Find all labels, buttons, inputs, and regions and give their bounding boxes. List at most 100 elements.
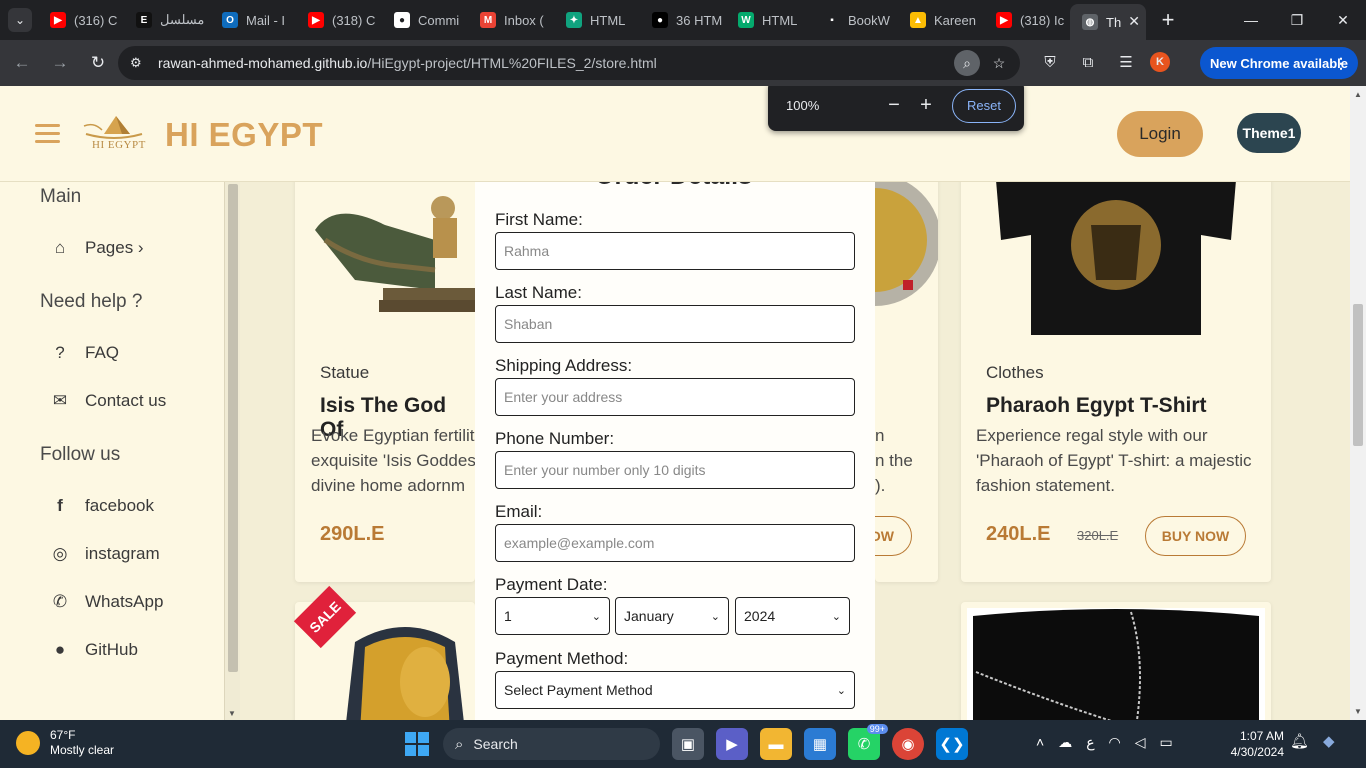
weather-widget[interactable]: 67°F Mostly clear <box>16 728 114 758</box>
bookmark-star-icon[interactable]: ☆ <box>986 50 1012 76</box>
sidebar-item-github[interactable]: ● GitHub <box>50 640 138 660</box>
sidebar-item-faq[interactable]: ? FAQ <box>50 343 119 363</box>
scroll-down-arrow-icon[interactable]: ▼ <box>228 709 236 718</box>
last-name-input[interactable] <box>495 305 855 343</box>
browser-tab[interactable]: ▶ (318) C <box>296 4 382 36</box>
envelope-icon: ✉ <box>52 391 68 410</box>
start-button[interactable] <box>405 732 429 756</box>
scroll-up-arrow-icon[interactable]: ▲ <box>1354 90 1362 99</box>
browser-tab[interactable]: ▲ Kareen <box>898 4 984 36</box>
order-details-form: Order Details First Name: Last Name: Shi… <box>475 162 875 720</box>
back-button[interactable]: ← <box>6 47 38 79</box>
first-name-input[interactable] <box>495 232 855 270</box>
payment-day-select[interactable]: 1 ⌄ <box>495 597 610 635</box>
sidebar-item-label: GitHub <box>85 640 138 659</box>
vscode-app-icon[interactable]: ❮❯ <box>936 728 968 760</box>
url-text[interactable]: rawan-ahmed-mohamed.github.io/HiEgypt-pr… <box>158 55 657 71</box>
chatgpt-icon: ✦ <box>566 12 582 28</box>
product-card-isis: Statue Isis The God Of Evoke Egyptian fe… <box>295 170 475 582</box>
sidebar-item-facebook[interactable]: f facebook <box>50 496 154 516</box>
payment-month-select[interactable]: January ⌄ <box>615 597 729 635</box>
whatsapp-app-icon[interactable]: ✆ 99+ <box>848 724 888 760</box>
sidebar-item-contact[interactable]: ✉ Contact us <box>50 391 166 411</box>
email-input[interactable] <box>495 524 855 562</box>
tab-title: HTML <box>762 12 798 28</box>
sidebar-item-instagram[interactable]: ◎ instagram <box>50 544 160 564</box>
taskbar-clock[interactable]: 1:07 AM 4/30/2024 <box>1208 728 1284 760</box>
reading-list-icon[interactable]: ☰ <box>1112 48 1140 76</box>
wifi-icon[interactable]: ◠ <box>1109 734 1121 751</box>
shipping-address-label: Shipping Address: <box>495 356 633 375</box>
product-desc-line-2: n the <box>875 451 913 470</box>
language-indicator[interactable]: ع <box>1086 734 1094 751</box>
address-bar[interactable]: ⚙ rawan-ahmed-mohamed.github.io/HiEgypt-… <box>118 46 1020 80</box>
onedrive-icon[interactable]: ☁ <box>1058 734 1072 751</box>
sidebar-item-label: WhatsApp <box>85 592 164 611</box>
theme-toggle-button[interactable]: Theme1 <box>1237 113 1301 153</box>
minimize-button[interactable]: — <box>1228 0 1274 40</box>
youtube-icon: ▶ <box>996 12 1012 28</box>
teams-meet-icon[interactable]: ▶ <box>716 728 748 760</box>
sidebar-item-whatsapp[interactable]: ✆ WhatsApp <box>50 592 164 612</box>
extension-status-icon[interactable]: ⛨ <box>1036 48 1064 76</box>
task-view-icon[interactable]: ▣ <box>672 728 704 760</box>
drive-icon: ▲ <box>910 12 926 28</box>
zoom-icon[interactable]: ⌕ <box>954 50 980 76</box>
site-info-icon[interactable]: ⚙ <box>130 55 152 71</box>
browser-tab[interactable]: ▶ (316) C <box>38 4 124 36</box>
maximize-button[interactable]: ❐ <box>1274 0 1320 40</box>
browser-tab[interactable]: ● Commi <box>382 4 468 36</box>
sidebar-scrollbar[interactable]: ▼ <box>224 182 240 720</box>
chevron-down-icon: ⌄ <box>836 684 846 697</box>
youtube-icon: ▶ <box>50 12 66 28</box>
browser-tab[interactable]: W HTML <box>726 4 812 36</box>
copilot-icon[interactable]: ◆ <box>1323 732 1335 750</box>
phone-number-input[interactable] <box>495 451 855 489</box>
payment-method-select[interactable]: Select Payment Method ⌄ <box>495 671 855 709</box>
page-scroll-thumb[interactable] <box>1353 304 1363 446</box>
new-tab-button[interactable]: + <box>1154 6 1182 34</box>
browser-tab-active[interactable]: ◍ Th ✕ <box>1070 4 1146 40</box>
volume-icon[interactable]: ◁ <box>1135 734 1146 751</box>
tab-title: مسلسل <box>160 12 205 27</box>
browser-tab[interactable]: E مسلسل <box>124 4 210 36</box>
forward-button[interactable]: → <box>44 47 76 79</box>
chrome-app-icon[interactable]: ◉ <box>892 728 924 760</box>
microsoft-store-icon[interactable]: ▦ <box>804 728 836 760</box>
buy-now-button[interactable]: BUY NOW <box>1145 516 1246 556</box>
site-brand[interactable]: HI EGYPT <box>165 116 323 154</box>
sidebar-scroll-thumb[interactable] <box>228 184 238 672</box>
payment-year-select[interactable]: 2024 ⌄ <box>735 597 850 635</box>
close-window-button[interactable]: ✕ <box>1320 0 1366 40</box>
browser-tab[interactable]: O Mail - I <box>210 4 296 36</box>
update-chrome-button[interactable]: New Chrome available ⋮ <box>1200 47 1358 79</box>
login-button[interactable]: Login <box>1117 111 1203 157</box>
notification-bell-icon[interactable]: 🔔︎ <box>1290 732 1309 750</box>
shipping-address-input[interactable] <box>495 378 855 416</box>
buy-now-button[interactable]: OW <box>875 516 912 556</box>
extensions-puzzle-icon[interactable]: ⧉ <box>1074 48 1102 76</box>
more-menu-icon[interactable]: ⋮ <box>1334 55 1348 72</box>
chevron-up-icon[interactable]: ˄ <box>1036 734 1044 751</box>
scroll-down-arrow-icon[interactable]: ▼ <box>1354 707 1362 716</box>
browser-tab[interactable]: M Inbox ( <box>468 4 554 36</box>
browser-tab[interactable]: ▶ (318) Ic <box>984 4 1070 36</box>
hamburger-menu-icon[interactable] <box>35 124 60 148</box>
battery-icon[interactable]: ▭ <box>1160 734 1173 751</box>
zoom-in-button[interactable]: + <box>910 94 942 117</box>
browser-tab[interactable]: ● 36 HTM <box>640 4 726 36</box>
browser-tab[interactable]: ▪ BookW <box>812 4 898 36</box>
file-explorer-icon[interactable]: ▬ <box>760 728 792 760</box>
zoom-reset-button[interactable]: Reset <box>952 88 1016 123</box>
reload-button[interactable]: ↻ <box>82 47 114 79</box>
profile-avatar[interactable]: K <box>1150 52 1170 72</box>
sidebar-item-pages[interactable]: ⌂ Pages › <box>50 238 144 258</box>
bookw-icon: ▪ <box>824 12 840 28</box>
zoom-out-button[interactable]: − <box>878 94 910 117</box>
tab-search-button[interactable]: ⌄ <box>8 8 32 32</box>
product-title: Pharaoh Egypt T-Shirt <box>986 394 1207 417</box>
close-tab-icon[interactable]: ✕ <box>1128 13 1140 30</box>
taskbar-search[interactable]: ⌕ Search <box>443 728 660 760</box>
page-scrollbar[interactable]: ▲ ▼ <box>1350 86 1366 720</box>
browser-tab[interactable]: ✦ HTML <box>554 4 640 36</box>
